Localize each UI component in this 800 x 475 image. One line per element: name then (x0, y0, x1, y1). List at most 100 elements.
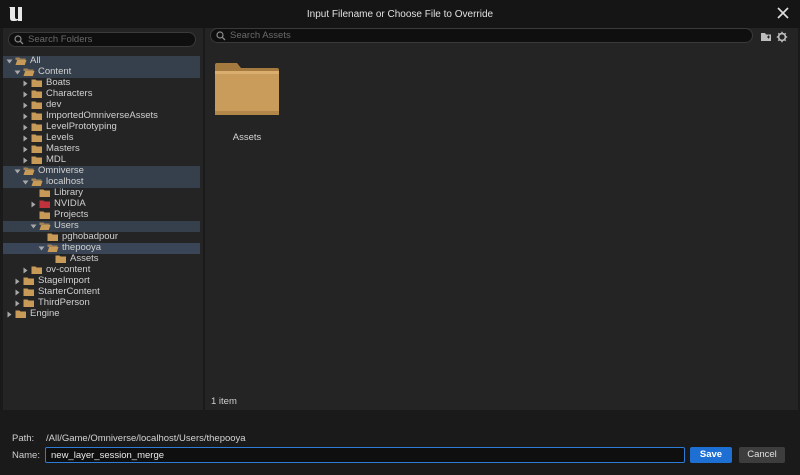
folder-icon (39, 189, 50, 197)
folder-open-icon (39, 222, 51, 230)
chevron-right-icon[interactable] (22, 91, 29, 98)
chevron-right-icon[interactable] (14, 278, 21, 285)
cancel-button[interactable]: Cancel (739, 447, 785, 463)
chevron-right-icon[interactable] (22, 146, 29, 153)
folder-tree-item[interactable]: LevelPrototyping (3, 121, 200, 133)
folder-tree-item[interactable]: Assets (3, 253, 200, 265)
folder-icon (39, 200, 50, 208)
folder-label: localhost (46, 176, 84, 187)
folder-tree-item[interactable]: Boats (3, 77, 200, 89)
folder-icon (31, 79, 42, 87)
chevron-down-icon[interactable] (14, 168, 21, 175)
folder-label: StageImport (38, 275, 90, 286)
chevron-down-icon[interactable] (30, 223, 37, 230)
folder-label: Projects (54, 209, 89, 220)
folder-tree-item[interactable]: Levels (3, 132, 200, 144)
chevron-right-icon[interactable] (22, 135, 29, 142)
chevron-right-icon[interactable] (6, 311, 13, 318)
folder-icon (31, 90, 42, 98)
folder-label: StarterContent (38, 286, 100, 297)
chevron-right-icon[interactable] (14, 300, 21, 307)
chevron-down-icon[interactable] (14, 69, 21, 76)
folder-open-icon (15, 57, 27, 65)
folder-icon (31, 112, 42, 120)
folder-icon (39, 211, 50, 219)
chevron-right-icon[interactable] (22, 124, 29, 131)
folder-label: Boats (46, 77, 71, 88)
folder-tree-item[interactable]: Content (3, 66, 200, 78)
gear-icon[interactable] (776, 31, 788, 43)
item-count: 1 item (211, 396, 237, 407)
asset-tile-assets[interactable]: Assets (211, 61, 283, 151)
folder-label: thepooya (62, 242, 102, 253)
folder-tree-item[interactable]: thepooya (3, 242, 200, 254)
chevron-right-icon[interactable] (22, 102, 29, 109)
folder-tree-item[interactable]: Engine (3, 308, 200, 320)
folder-icon (23, 288, 34, 296)
search-assets-input[interactable]: Search Assets (210, 28, 753, 43)
footer: Path: /All/Game/Omniverse/localhost/User… (0, 410, 800, 475)
folder-tree-item[interactable]: Characters (3, 88, 200, 100)
folder-icon (31, 156, 42, 164)
folder-icon (31, 123, 42, 131)
folder-label: dev (46, 99, 62, 110)
save-button[interactable]: Save (690, 447, 732, 463)
folder-open-icon (47, 244, 59, 252)
name-label: Name: (12, 450, 40, 461)
folder-tree-item[interactable]: StarterContent (3, 286, 200, 298)
folder-icon (31, 101, 42, 109)
folder-tree-item[interactable]: Projects (3, 209, 200, 221)
folder-tree-item[interactable]: localhost (3, 176, 200, 188)
folder-tree-item[interactable]: Library (3, 187, 200, 199)
folder-icon (23, 299, 34, 307)
folder-tree-item[interactable]: MDL (3, 154, 200, 166)
chevron-right-icon[interactable] (22, 157, 29, 164)
folder-tree-item[interactable]: StageImport (3, 275, 200, 287)
folder-tree-item[interactable]: NVIDIA (3, 198, 200, 210)
folder-label: Characters (46, 88, 93, 99)
folder-label: Omniverse (38, 165, 84, 176)
folder-label: ov-content (46, 264, 91, 275)
folder-label: ImportedOmniverseAssets (46, 110, 158, 121)
folder-open-icon (31, 178, 43, 186)
search-icon (14, 35, 24, 45)
folder-icon[interactable] (760, 31, 772, 43)
folder-tree-item[interactable]: pghobadpour (3, 231, 200, 243)
folder-label: Library (54, 187, 84, 198)
folder-tree-item[interactable]: All (3, 55, 200, 67)
chevron-right-icon[interactable] (22, 267, 29, 274)
folder-label: LevelPrototyping (46, 121, 117, 132)
folder-label: NVIDIA (54, 198, 86, 209)
folder-icon (31, 266, 42, 274)
chevron-down-icon[interactable] (38, 245, 45, 252)
search-folders-input[interactable]: Search Folders (8, 32, 196, 47)
chevron-right-icon[interactable] (30, 201, 37, 208)
search-icon (216, 31, 226, 41)
chevron-down-icon[interactable] (22, 179, 29, 186)
folder-icon (31, 145, 42, 153)
path-value: /All/Game/Omniverse/localhost/Users/thep… (46, 433, 246, 444)
asset-label: Assets (232, 132, 262, 143)
chevron-right-icon[interactable] (22, 80, 29, 87)
folder-label: Engine (30, 308, 60, 319)
chevron-right-icon[interactable] (14, 289, 21, 296)
folder-label: Assets (70, 253, 99, 264)
folder-label: Masters (46, 143, 80, 154)
folder-label: pghobadpour (62, 231, 118, 242)
folder-open-icon (23, 68, 35, 76)
filename-input[interactable]: new_layer_session_merge (45, 447, 685, 463)
folder-label: Content (38, 66, 72, 77)
folder-label: Users (54, 220, 79, 231)
window-title: Input Filename or Choose File to Overrid… (306, 9, 494, 20)
folder-icon (47, 233, 58, 241)
folder-icon (15, 310, 26, 318)
folder-icon (31, 134, 42, 142)
folder-tree-item[interactable]: Omniverse (3, 165, 200, 177)
chevron-right-icon[interactable] (22, 113, 29, 120)
folder-tree-item[interactable]: Masters (3, 143, 200, 155)
folder-label: MDL (46, 154, 67, 165)
folder-tree-item[interactable]: ov-content (3, 264, 200, 276)
close-icon[interactable] (776, 6, 790, 20)
chevron-down-icon[interactable] (6, 58, 13, 65)
folder-label: All (30, 55, 41, 66)
